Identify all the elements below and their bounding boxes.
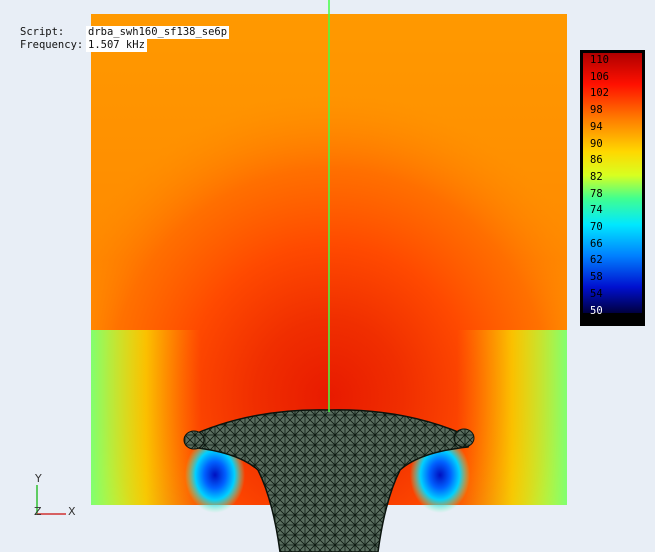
axes-triad: Y Z X [30, 470, 90, 520]
field-right-edge [457, 330, 567, 505]
frequency-label: Frequency: [20, 39, 84, 51]
field-left-edge [91, 330, 201, 505]
legend-label: 110 [590, 54, 609, 66]
z-axis-label: Z [34, 505, 42, 518]
legend-label: 82 [590, 170, 603, 183]
legend-label: 86 [590, 154, 603, 167]
legend-label: 106 [590, 70, 609, 83]
y-axis-label: Y [35, 472, 42, 485]
legend-label: 94 [590, 120, 603, 133]
script-value: drba_swh160_sf138_se6p [86, 26, 230, 39]
legend-label: 102 [590, 87, 609, 100]
color-scale-legend: 110 106 102 98 94 90 86 82 78 74 70 66 62 58 54 50 [580, 50, 645, 326]
legend-label: 66 [590, 237, 603, 250]
legend-label: 50 [590, 304, 603, 317]
legend-label: 78 [590, 187, 603, 200]
info-panel: Script: drba_swh160_sf138_se6p Frequency… [20, 26, 230, 52]
legend-label: 70 [590, 221, 603, 233]
legend-label: 98 [590, 104, 603, 117]
legend-label: 90 [590, 137, 603, 150]
legend-label: 58 [590, 271, 603, 284]
legend-label: 62 [590, 254, 603, 267]
horn-lip-right [453, 428, 475, 448]
pressure-field-plot [36, 0, 567, 552]
horn-lip-left [183, 430, 205, 450]
legend-label: 74 [590, 204, 603, 217]
script-label: Script: [20, 26, 65, 38]
frequency-value: 1.507 kHz [86, 39, 147, 52]
x-axis-label: X [68, 505, 76, 518]
legend-label: 54 [590, 287, 603, 300]
